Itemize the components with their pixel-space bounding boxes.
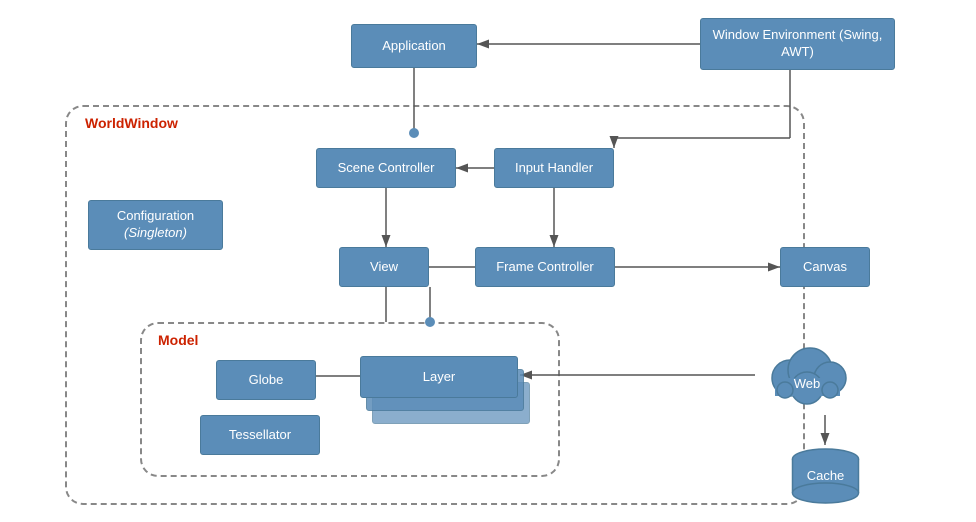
frame-controller-box: Frame Controller [475, 247, 615, 287]
configuration-box: Configuration(Singleton) [88, 200, 223, 250]
window-environment-box: Window Environment (Swing, AWT) [700, 18, 895, 70]
canvas-box: Canvas [780, 247, 870, 287]
web-cloud: Web [755, 340, 860, 410]
globe-box: Globe [216, 360, 316, 400]
worldwindow-label: WorldWindow [85, 115, 178, 131]
dot-application-bottom [409, 128, 419, 138]
svg-text:Cache: Cache [807, 468, 845, 483]
cache-cylinder: Cache [788, 447, 863, 505]
view-box: View [339, 247, 429, 287]
dot-view-bottom [425, 317, 435, 327]
input-handler-box: Input Handler [494, 148, 614, 188]
model-label: Model [158, 332, 198, 348]
tessellator-box: Tessellator [200, 415, 320, 455]
diagram-container: WorldWindow Model [0, 0, 976, 522]
scene-controller-box: Scene Controller [316, 148, 456, 188]
svg-text:Web: Web [794, 376, 821, 391]
layer-box: Layer [360, 356, 518, 398]
application-box: Application [351, 24, 477, 68]
